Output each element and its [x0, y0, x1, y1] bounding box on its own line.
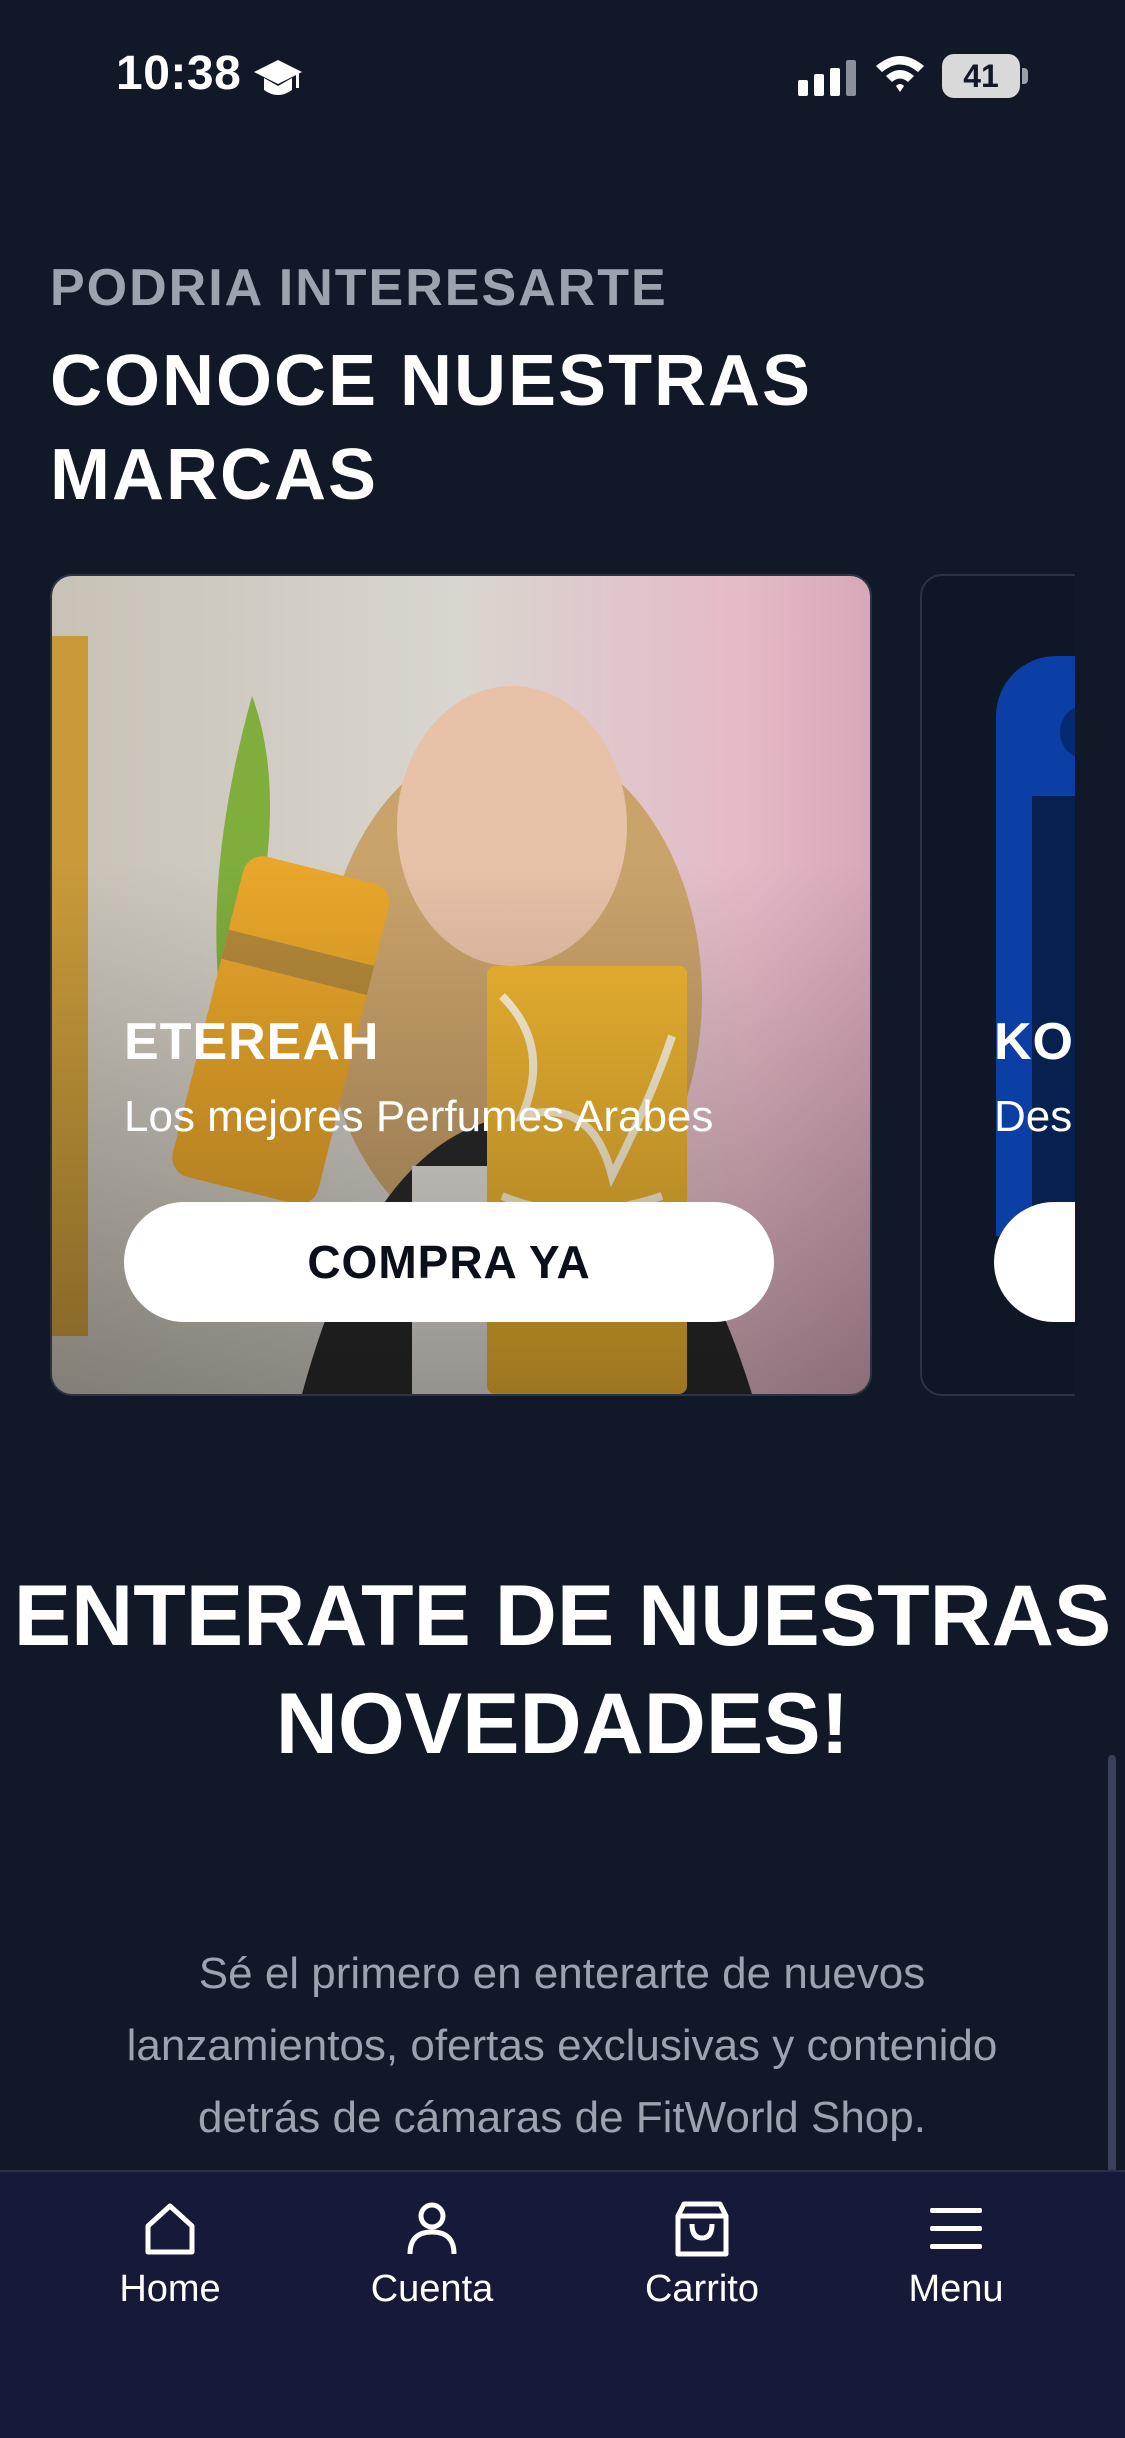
home-icon: [145, 2203, 195, 2255]
graduation-cap-icon: [254, 60, 302, 95]
brand-description: Des: [994, 1092, 1073, 1141]
wifi-icon: [876, 56, 924, 92]
news-description: Sé el primero en enterarte de nuevos lan…: [126, 1949, 998, 2142]
nav-account[interactable]: Cuenta: [332, 2198, 532, 2328]
shopping-bag-icon: [675, 2201, 729, 2257]
brand-card-etereah[interactable]: ETEREAH Los mejores Perfumes Arabes COMP…: [50, 574, 872, 1396]
nav-cart[interactable]: Carrito: [602, 2198, 802, 2328]
section-title: CONOCE NUESTRAS MARCAS: [50, 341, 813, 515]
nav-label: Carrito: [644, 2268, 760, 2310]
battery-level: 41: [963, 58, 999, 94]
brand-name: ETEREAH: [124, 1013, 380, 1071]
nav-label: Menu: [908, 2268, 1004, 2310]
cellular-signal-icon: [798, 60, 856, 96]
status-time: 10:38: [116, 47, 242, 100]
section-eyebrow: PODRIA INTERESARTE: [50, 259, 668, 317]
battery-icon: 41: [942, 54, 1028, 98]
nav-home[interactable]: Home: [70, 2198, 270, 2328]
brands-carousel[interactable]: ETEREAH Los mejores Perfumes Arabes COMP…: [50, 574, 1075, 1396]
user-icon: [407, 2202, 457, 2255]
news-title: ENTERATE DE NUESTRAS NOVEDADES!: [13, 1568, 1112, 1772]
buy-now-button[interactable]: COMPRA YA: [124, 1202, 774, 1322]
nav-label: Cuenta: [370, 2268, 494, 2310]
menu-icon: [930, 2208, 982, 2249]
nav-label: Home: [119, 2268, 221, 2310]
bottom-navigation: Home Cuenta Carrito Menu: [0, 2170, 1125, 2438]
brand-description: Los mejores Perfumes Arabes: [124, 1092, 714, 1141]
status-bar: 10:38 41: [0, 0, 1125, 150]
nav-menu[interactable]: Menu: [856, 2198, 1056, 2328]
brand-card-partial[interactable]: KO Des: [920, 574, 1075, 1396]
brand-name: KO: [994, 1013, 1074, 1071]
